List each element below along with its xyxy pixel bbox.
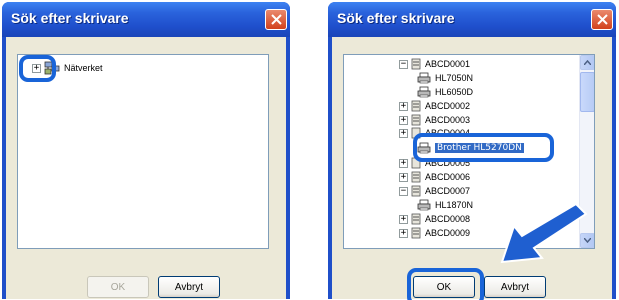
close-button[interactable] (265, 9, 287, 30)
title-bar[interactable]: Sök efter skrivare (328, 2, 616, 37)
collapse-toggle[interactable]: − (399, 59, 408, 69)
tree-item-computer[interactable]: + ABCD0008 (399, 212, 470, 226)
tree-item-label: ABCD0002 (425, 101, 471, 111)
expand-toggle[interactable]: + (399, 172, 408, 182)
computer-icon (411, 114, 421, 126)
expand-toggle[interactable]: + (399, 101, 408, 111)
tree-item-label: HL7050N (435, 73, 474, 83)
computer-icon (411, 100, 421, 112)
computer-icon (411, 185, 421, 197)
expand-toggle[interactable]: + (399, 158, 408, 168)
computer-icon (411, 58, 421, 70)
tree-item-computer[interactable]: + ABCD0009 (399, 226, 470, 240)
tree-item-label: ABCD0007 (425, 186, 471, 196)
expand-toggle[interactable]: + (399, 228, 408, 238)
dialog-body: + Nätverket OK Avbryt (6, 37, 286, 299)
printer-icon (417, 199, 431, 211)
tree-item-printer[interactable]: HL7050N (417, 71, 473, 85)
dialog-title: Sök efter skrivare (11, 10, 129, 26)
pointer-arrow-icon (500, 202, 588, 264)
scroll-up-button[interactable] (580, 55, 594, 70)
cancel-button[interactable]: Avbryt (484, 276, 546, 298)
tree-item-computer[interactable]: − ABCD0007 (399, 184, 470, 198)
tree-item-label: HL6050D (435, 87, 474, 97)
computer-icon (411, 171, 421, 183)
tree-item-printer[interactable]: HL6050D (417, 85, 473, 99)
computer-icon (411, 227, 421, 239)
tree-item-label: Nätverket (64, 63, 103, 73)
tree-item-label: ABCD0008 (425, 214, 471, 224)
ok-highlight-frame (407, 268, 484, 300)
highlight-frame (413, 133, 554, 162)
highlight-frame (19, 55, 56, 82)
scroll-thumb[interactable] (580, 72, 594, 112)
close-button[interactable] (591, 9, 613, 30)
close-icon (596, 14, 608, 25)
printer-icon (417, 86, 431, 98)
tree-item-computer[interactable]: + ABCD0003 (399, 113, 470, 127)
tree-item-label: ABCD0001 (425, 59, 471, 69)
expand-toggle[interactable]: + (399, 115, 408, 125)
tree-item-label: ABCD0009 (425, 228, 471, 238)
expand-toggle[interactable]: + (399, 214, 408, 224)
cancel-button[interactable]: Avbryt (158, 276, 220, 298)
network-tree[interactable]: + Nätverket (17, 54, 269, 249)
tree-item-label: HL1870N (435, 200, 474, 210)
computer-icon (411, 213, 421, 225)
tree-item-computer[interactable]: + ABCD0006 (399, 170, 470, 184)
tree-item-label: ABCD0006 (425, 172, 471, 182)
title-bar[interactable]: Sök efter skrivare (2, 2, 290, 37)
dialog-title: Sök efter skrivare (337, 10, 455, 26)
arrow-up-icon (584, 60, 591, 65)
tree-item-computer[interactable]: + ABCD0002 (399, 99, 470, 113)
printer-icon (417, 72, 431, 84)
close-icon (270, 14, 282, 25)
collapse-toggle[interactable]: − (399, 186, 408, 196)
ok-button[interactable]: OK (87, 276, 149, 298)
tree-item-computer[interactable]: − ABCD0001 (399, 57, 470, 71)
tree-item-label: ABCD0003 (425, 115, 471, 125)
search-printer-dialog-left: Sök efter skrivare + Nätverket OK Avbryt (2, 2, 290, 299)
expand-toggle[interactable]: + (399, 128, 408, 138)
tree-item-printer[interactable]: HL1870N (417, 198, 473, 212)
